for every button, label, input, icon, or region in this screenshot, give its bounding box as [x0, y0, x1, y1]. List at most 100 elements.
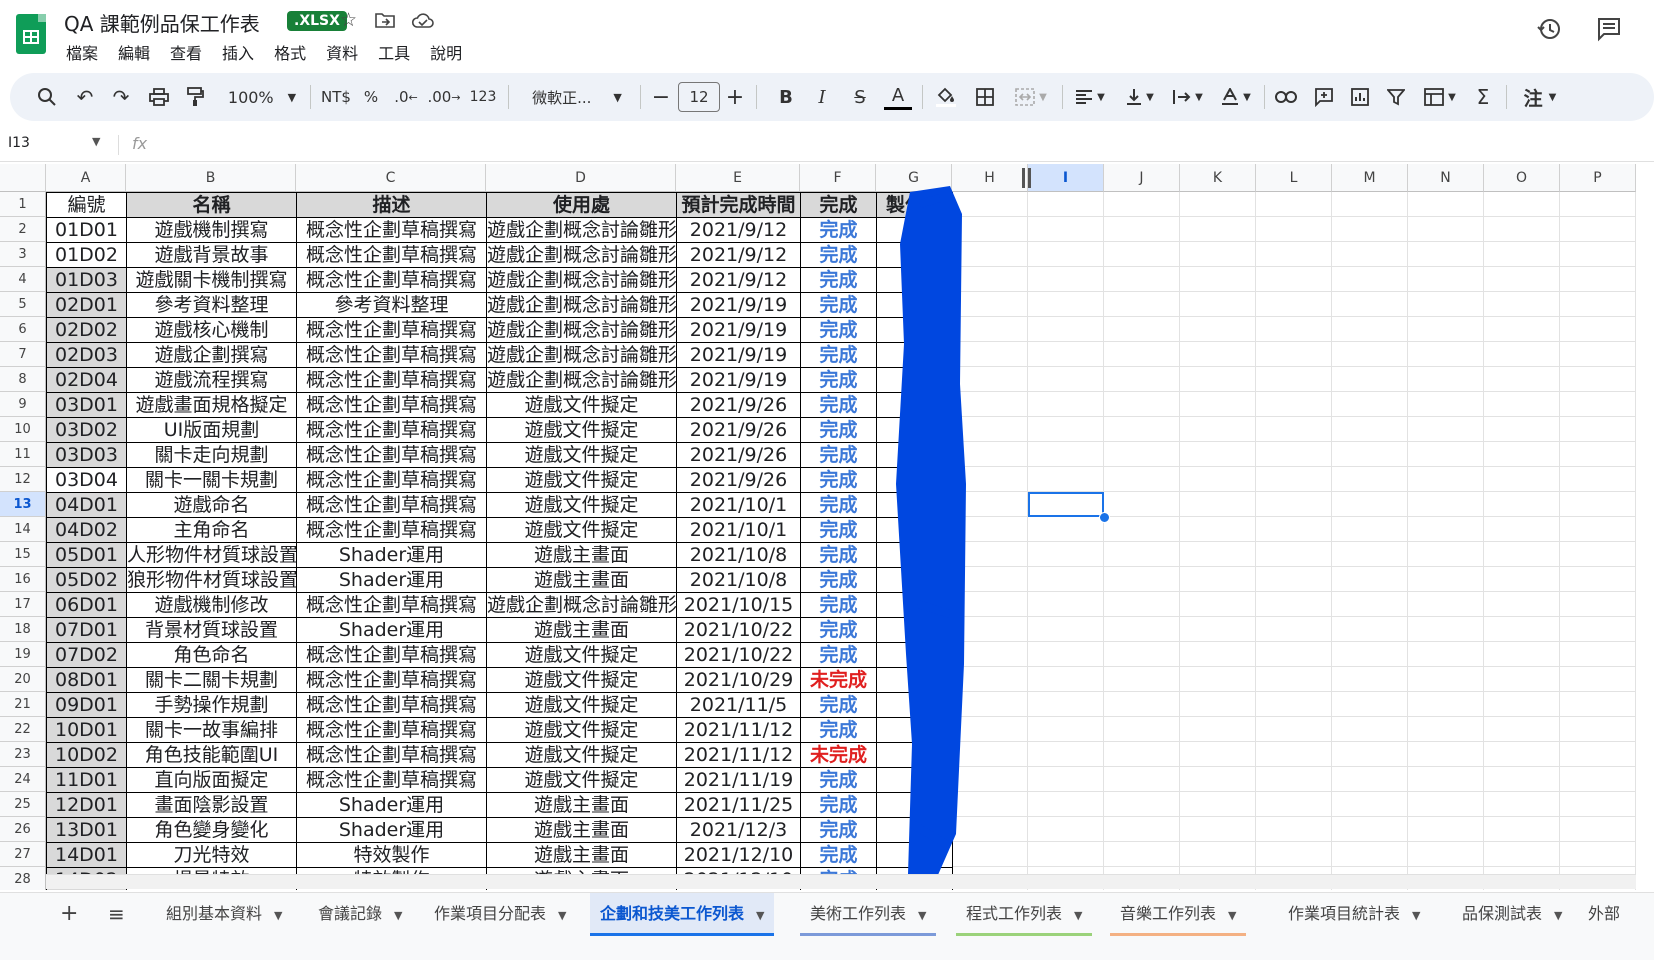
table-cell[interactable]: 05D02	[46, 567, 127, 593]
status-cell[interactable]: 完成	[800, 442, 877, 468]
grid-cell[interactable]	[1256, 742, 1332, 767]
grid-cell[interactable]	[1332, 617, 1408, 642]
grid-cell[interactable]	[1104, 767, 1180, 792]
table-cell[interactable]: 遊戲企劃概念討論雛形	[486, 342, 677, 368]
grid-cell[interactable]	[1560, 742, 1636, 767]
table-cell[interactable]: 07D01	[46, 617, 127, 643]
spreadsheet-grid[interactable]: A B C D E F G H I J K L M N O P 1 2 3 4 5 6 7 8 9 10 11 12 13 14 15 16 1…	[0, 164, 1654, 890]
grid-cell[interactable]	[1028, 267, 1104, 292]
table-cell[interactable]: 遊戲主畫面	[486, 792, 677, 818]
chevron-down-icon[interactable]: ▼	[394, 909, 402, 922]
grid-cell[interactable]	[1104, 442, 1180, 467]
table-cell[interactable]: 2021/9/12	[676, 242, 801, 268]
text-wrapping-icon[interactable]: ▼	[1168, 73, 1208, 121]
table-cell[interactable]: 遊戲企劃概念討論雛形	[486, 242, 677, 268]
grid-cell[interactable]	[1180, 717, 1256, 742]
table-cell[interactable]: 關卡走向規劃	[126, 442, 297, 468]
grid-cell[interactable]	[1560, 617, 1636, 642]
grid-cell[interactable]	[1256, 817, 1332, 842]
table-cell[interactable]: 遊戲機制修改	[126, 592, 297, 618]
grid-cell[interactable]	[1560, 817, 1636, 842]
grid-cell[interactable]	[1256, 492, 1332, 517]
header-cell[interactable]: 描述	[296, 192, 487, 218]
grid-cell[interactable]	[1332, 267, 1408, 292]
grid-cell[interactable]	[1028, 517, 1104, 542]
row-header[interactable]: 12	[0, 467, 46, 492]
grid-cell[interactable]	[1408, 192, 1484, 217]
decrease-decimal-button[interactable]: .0 ←	[388, 73, 424, 121]
status-cell[interactable]: 未完成	[800, 742, 877, 768]
grid-cell[interactable]	[1028, 642, 1104, 667]
grid-cell[interactable]	[1560, 542, 1636, 567]
table-cell[interactable]: 遊戲企劃概念討論雛形	[486, 317, 677, 343]
column-header-j[interactable]: J	[1104, 164, 1180, 192]
grid-cell[interactable]	[1332, 342, 1408, 367]
table-cell[interactable]: 2021/10/22	[676, 617, 801, 643]
grid-cell[interactable]	[1028, 542, 1104, 567]
selection-fill-handle[interactable]	[1099, 512, 1110, 523]
grid-cell[interactable]	[1408, 242, 1484, 267]
grid-cell[interactable]	[1256, 542, 1332, 567]
grid-cell[interactable]	[1028, 217, 1104, 242]
column-header-l[interactable]: L	[1256, 164, 1332, 192]
grid-cell[interactable]	[1484, 742, 1560, 767]
more-formats-button[interactable]: 123	[466, 73, 500, 121]
grid-cell[interactable]	[1028, 742, 1104, 767]
status-cell[interactable]: 完成	[800, 292, 877, 318]
grid-cell[interactable]	[1028, 842, 1104, 867]
table-cell[interactable]: 遊戲企劃概念討論雛形	[486, 592, 677, 618]
table-cell[interactable]: 遊戲文件擬定	[486, 467, 677, 493]
table-cell[interactable]: 02D02	[46, 317, 127, 343]
grid-cell[interactable]	[1180, 792, 1256, 817]
chevron-down-icon[interactable]: ▼	[274, 909, 282, 922]
grid-cell[interactable]	[1332, 842, 1408, 867]
grid-cell[interactable]	[1256, 567, 1332, 592]
grid-cell[interactable]	[1560, 342, 1636, 367]
grid-cell[interactable]	[1104, 192, 1180, 217]
sheet-tab[interactable]: 音樂工作列表 ▼	[1110, 893, 1247, 936]
row-header[interactable]: 26	[0, 817, 46, 842]
menu-format[interactable]: 格式	[274, 40, 306, 64]
table-cell[interactable]: 2021/9/12	[676, 217, 801, 243]
grid-cell[interactable]	[1332, 292, 1408, 317]
row-header[interactable]: 28	[0, 867, 46, 890]
bold-button[interactable]: B	[774, 73, 798, 121]
sheet-tab[interactable]: 會議記錄 ▼	[308, 893, 412, 935]
table-cell[interactable]: 概念性企劃草稿撰寫	[296, 692, 487, 718]
grid-cell[interactable]	[1560, 567, 1636, 592]
table-cell[interactable]: 概念性企劃草稿撰寫	[296, 392, 487, 418]
grid-cell[interactable]	[1332, 692, 1408, 717]
row-header[interactable]: 18	[0, 617, 46, 642]
grid-cell[interactable]	[1332, 717, 1408, 742]
table-cell[interactable]: 特效製作	[296, 842, 487, 868]
table-cell[interactable]: 遊戲文件擬定	[486, 417, 677, 443]
chevron-down-icon[interactable]: ▼	[756, 909, 764, 922]
grid-cell[interactable]	[1028, 392, 1104, 417]
table-cell[interactable]: 概念性企劃草稿撰寫	[296, 492, 487, 518]
insert-link-icon[interactable]	[1272, 73, 1300, 121]
header-cell[interactable]: 預計完成時間	[676, 192, 801, 218]
grid-cell[interactable]	[1180, 367, 1256, 392]
filter-views-icon[interactable]: ▼	[1418, 73, 1462, 121]
font-size-input[interactable]: 12	[678, 82, 720, 112]
table-cell[interactable]: Shader運用	[296, 792, 487, 818]
row-header[interactable]: 6	[0, 317, 46, 342]
grid-cell[interactable]	[1104, 592, 1180, 617]
table-cell[interactable]: 2021/9/19	[676, 342, 801, 368]
table-cell[interactable]: 角色變身變化	[126, 817, 297, 843]
filter-icon[interactable]	[1382, 73, 1410, 121]
grid-cell[interactable]	[1484, 542, 1560, 567]
table-cell[interactable]: 遊戲企劃撰寫	[126, 342, 297, 368]
grid-cell[interactable]	[1180, 317, 1256, 342]
grid-cell[interactable]	[1560, 417, 1636, 442]
row-header[interactable]: 5	[0, 292, 46, 317]
grid-cell[interactable]	[1560, 842, 1636, 867]
grid-cell[interactable]	[1484, 217, 1560, 242]
grid-cell[interactable]	[1484, 267, 1560, 292]
grid-cell[interactable]	[1560, 242, 1636, 267]
grid-cell[interactable]	[1332, 592, 1408, 617]
grid-cell[interactable]	[1484, 642, 1560, 667]
grid-cell[interactable]	[1484, 442, 1560, 467]
grid-cell[interactable]	[1180, 442, 1256, 467]
grid-cell[interactable]	[1408, 617, 1484, 642]
